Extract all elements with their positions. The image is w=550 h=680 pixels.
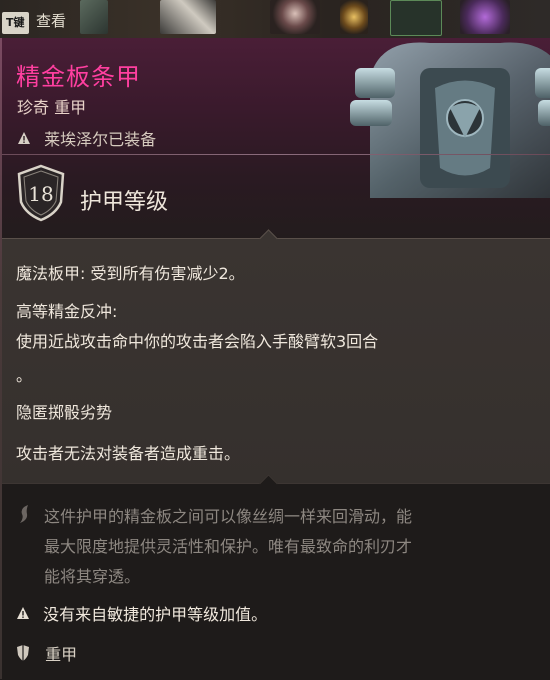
properties-section: 魔法板甲: 受到所有伤害减少2。 高等精金反冲: 使用近战攻击命中你的攻击者会陷… <box>0 229 550 484</box>
warning-icon <box>18 132 30 144</box>
ring-icon[interactable] <box>340 0 368 34</box>
dex-note: 没有来自敏捷的护甲等级加值。 <box>16 601 267 625</box>
key-hint-badge: T键 <box>2 12 29 34</box>
amulet-icon[interactable] <box>270 0 320 34</box>
inventory-slot-icon[interactable] <box>80 0 108 34</box>
equipment-slot-icon[interactable] <box>390 0 442 36</box>
quill-icon <box>20 505 28 523</box>
item-header: 精金板条甲 珍奇 重甲 莱埃泽尔已装备 18 护甲等级 <box>0 38 550 238</box>
sword-icon[interactable] <box>160 0 216 34</box>
equipped-notice: 莱埃泽尔已装备 <box>17 126 157 149</box>
property-adamantine-title: 高等精金反冲: <box>16 302 118 321</box>
top-strip: T键 查看 <box>0 0 550 38</box>
property-stealth-disadvantage: 隐匿掷骰劣势 <box>16 403 113 422</box>
flavor-line: 能将其穿透。 <box>44 567 141 586</box>
armor-class-label: 护甲等级 <box>80 190 169 215</box>
header-divider <box>0 154 550 155</box>
warning-icon <box>17 607 29 619</box>
property-no-crit: 攻击者无法对装备者造成重击。 <box>16 444 241 463</box>
gem-icon[interactable] <box>460 0 510 34</box>
armor-type-text: 重甲 <box>45 645 78 664</box>
inspect-label[interactable]: 查看 <box>36 10 66 31</box>
armor-type: 重甲 <box>16 641 77 665</box>
property-magic-plate: 魔法板甲: 受到所有伤害减少2。 <box>16 264 245 283</box>
dex-note-text: 没有来自敏捷的护甲等级加值。 <box>43 605 268 624</box>
property-adamantine-end: 。 <box>16 366 33 385</box>
heavy-armor-icon <box>17 645 29 661</box>
description-section: 这件护甲的精金板之间可以像丝绸一样来回滑动，能 最大限度地提供灵活性和保护。唯有… <box>0 474 550 680</box>
property-adamantine-desc: 使用近战攻击命中你的攻击者会陷入手酸臂软3回合 <box>16 332 379 351</box>
flavor-line: 最大限度地提供灵活性和保护。唯有最致命的利刃才 <box>44 537 413 556</box>
item-name: 精金板条甲 <box>16 63 141 91</box>
armor-class-value: 18 <box>28 182 54 206</box>
tooltip-frame-edge <box>0 38 2 679</box>
armor-illustration <box>350 42 550 198</box>
flavor-text: 这件护甲的精金板之间可以像丝绸一样来回滑动，能 最大限度地提供灵活性和保护。唯有… <box>44 502 524 592</box>
equipped-text: 莱埃泽尔已装备 <box>44 130 157 149</box>
flavor-line: 这件护甲的精金板之间可以像丝绸一样来回滑动，能 <box>44 507 413 526</box>
item-rarity-type: 珍奇 重甲 <box>17 98 87 117</box>
